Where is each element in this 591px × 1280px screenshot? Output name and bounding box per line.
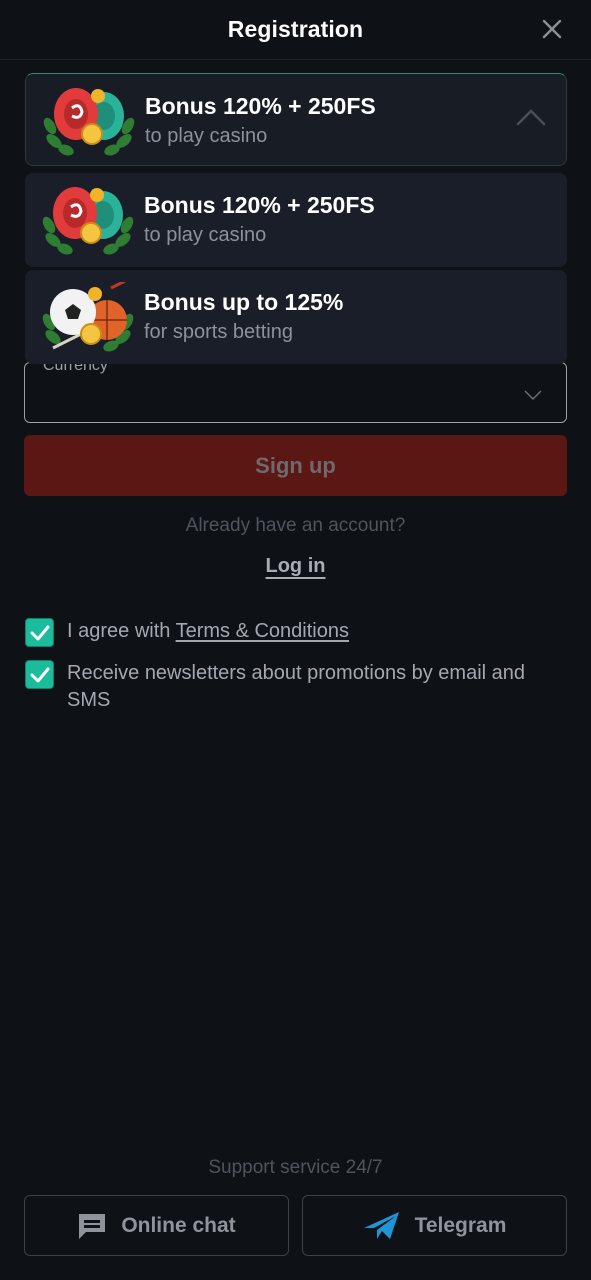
telegram-button[interactable]: Telegram	[302, 1195, 567, 1256]
online-chat-button[interactable]: Online chat	[24, 1195, 289, 1256]
chat-icon	[79, 1213, 106, 1239]
bonus-title: Bonus 120% + 250FS	[145, 93, 376, 119]
telegram-icon	[363, 1211, 399, 1239]
terms-checkbox-row: I agree with Terms & Conditions	[25, 618, 557, 647]
bonus-option-subtitle: to play casino	[144, 224, 267, 246]
bonus-option-casino[interactable]: Bonus 120% + 250FS to play casino	[25, 173, 567, 267]
chevron-up-icon[interactable]	[516, 108, 546, 126]
login-link[interactable]: Log in	[266, 555, 326, 577]
bonus-subtitle: to play casino	[145, 125, 268, 147]
telegram-label: Telegram	[414, 1213, 507, 1237]
terms-link[interactable]: Terms & Conditions	[176, 620, 349, 642]
checkmark-icon	[30, 667, 49, 682]
terms-label: I agree with Terms & Conditions	[67, 618, 557, 645]
support-title: Support service 24/7	[208, 1157, 383, 1178]
newsletter-checkbox[interactable]	[25, 660, 54, 689]
terms-checkbox[interactable]	[25, 618, 54, 647]
chevron-down-icon	[524, 390, 542, 401]
bonus-option-title: Bonus up to 125%	[144, 289, 344, 315]
bonus-option-subtitle: for sports betting	[144, 321, 293, 343]
signup-button[interactable]: Sign up	[24, 435, 567, 496]
close-icon[interactable]	[541, 18, 563, 40]
already-have-account-text: Already have an account?	[185, 515, 406, 536]
bonus-option-title: Bonus 120% + 250FS	[144, 192, 375, 218]
terms-prefix: I agree with	[67, 620, 176, 642]
newsletter-checkbox-row: Receive newsletters about promotions by …	[25, 660, 557, 714]
newsletter-label: Receive newsletters about promotions by …	[67, 662, 526, 711]
online-chat-label: Online chat	[121, 1213, 236, 1237]
checkmark-icon	[30, 625, 49, 640]
login-link-wrap: Log in	[0, 555, 591, 578]
casino-chips-icon	[43, 88, 135, 156]
casino-chips-icon	[42, 187, 134, 255]
bonus-select[interactable]: Bonus 120% + 250FS to play casino	[25, 73, 567, 166]
bonus-option-sports[interactable]: Bonus up to 125% for sports betting	[25, 270, 567, 364]
currency-select[interactable]: Currency	[24, 357, 567, 423]
modal-header: Registration	[0, 0, 591, 60]
sports-balls-icon	[42, 282, 134, 352]
page-title: Registration	[227, 16, 364, 42]
